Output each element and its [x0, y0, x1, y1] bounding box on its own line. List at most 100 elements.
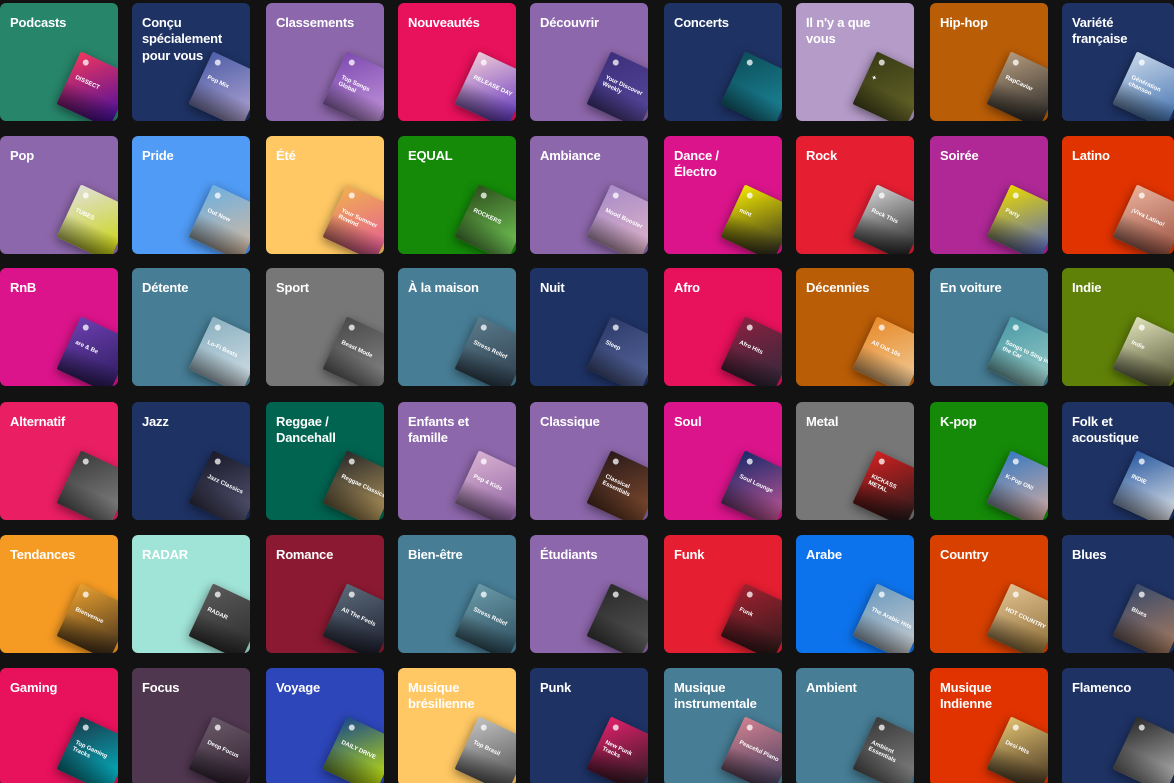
category-card-soiree[interactable]: Soirée Party	[930, 136, 1048, 254]
category-card-concu-specialement-pour-vous[interactable]: Conçu spécialement pour vous Pop Mix	[132, 3, 250, 121]
category-card-arabe[interactable]: Arabe The Arabic Hits	[796, 535, 914, 653]
category-card-nuit[interactable]: Nuit Sleep	[530, 268, 648, 386]
category-cover-art: All Out 10s	[852, 316, 914, 386]
category-card-title: Rock	[806, 148, 837, 163]
category-card-podcasts[interactable]: Podcasts DISSECT	[0, 3, 118, 121]
cover-art-caption: Your Discover Weekly	[601, 75, 644, 98]
category-card-musique-instrumentale[interactable]: Musique instrumentale Peaceful Piano	[664, 668, 782, 783]
category-cover-art: Your Summer Rewind	[322, 184, 384, 254]
cover-art-caption: Top Songs Global	[337, 75, 371, 95]
category-card-title: Tendances	[10, 547, 76, 562]
category-card-title: Soirée	[940, 148, 979, 163]
category-card-title: Concerts	[674, 15, 729, 30]
category-card-latino[interactable]: Latino ¡Viva Latino!	[1062, 136, 1174, 254]
category-card-voyage[interactable]: Voyage DAILY DRIVE	[266, 668, 384, 783]
cover-art-caption: Ambient Essentials	[867, 740, 897, 764]
category-cover-art: RADAR	[188, 583, 250, 653]
category-card-ambiance[interactable]: Ambiance Mood Booster	[530, 136, 648, 254]
category-card-title: Country	[940, 547, 989, 562]
category-card-pop[interactable]: Pop TUBES	[0, 136, 118, 254]
category-cover-art: Soul Lounge	[720, 450, 782, 520]
category-card-punk[interactable]: Punk New Punk Tracks	[530, 668, 648, 783]
category-card-ete[interactable]: Été Your Summer Rewind	[266, 136, 384, 254]
cover-art-caption	[1133, 740, 1174, 760]
category-cover-art: Beast Mode	[322, 316, 384, 386]
category-card-folk-et-acoustique[interactable]: Folk et acoustique INDIE	[1062, 402, 1174, 520]
category-card-alternatif[interactable]: Alternatif	[0, 402, 118, 520]
category-card-metal[interactable]: Metal KICKASS METAL	[796, 402, 914, 520]
category-cover-art: Mood Booster	[586, 184, 648, 254]
cover-art-caption: K-Pop ON!	[1004, 474, 1035, 493]
category-card-classique[interactable]: Classique Classical Essentials	[530, 402, 648, 520]
category-cover-art: ROCKERS	[454, 184, 516, 254]
category-card-concerts[interactable]: Concerts	[664, 3, 782, 121]
category-card-musique-indienne[interactable]: Musique Indienne Desi Hits	[930, 668, 1048, 783]
category-card-pride[interactable]: Pride Out Now	[132, 136, 250, 254]
category-card-title: Folk et acoustique	[1072, 414, 1139, 446]
category-card-title: Conçu spécialement pour vous	[142, 15, 222, 63]
category-card-title: Romance	[276, 547, 334, 562]
category-card-blues[interactable]: Blues Blues	[1062, 535, 1174, 653]
category-card-rnb[interactable]: RnB are & Be	[0, 268, 118, 386]
category-card-dance-electro[interactable]: Dance / Électro mint	[664, 136, 782, 254]
cover-art-caption: RADAR	[206, 607, 229, 622]
category-card-country[interactable]: Country HOT COUNTRY	[930, 535, 1048, 653]
category-card-title: Classique	[540, 414, 600, 429]
category-card-il-n-y-a-que-vous[interactable]: Il n'y a que vous ✦	[796, 3, 914, 121]
category-card-en-voiture[interactable]: En voiture Songs to Sing in the Car	[930, 268, 1048, 386]
category-card-rock[interactable]: Rock Rock This	[796, 136, 914, 254]
category-card-indie[interactable]: Indie Indie	[1062, 268, 1174, 386]
category-cover-art: TUBES	[56, 184, 118, 254]
cover-art-caption: All The Feels	[340, 607, 377, 629]
category-card-tendances[interactable]: Tendances Bienvenue	[0, 535, 118, 653]
category-card-k-pop[interactable]: K-pop K-Pop ON!	[930, 402, 1048, 520]
category-card-hip-hop[interactable]: Hip-hop RapCaviar	[930, 3, 1048, 121]
category-cover-art: Stress Relief	[454, 316, 516, 386]
cover-art-caption: Sleep	[604, 340, 622, 353]
category-card-title: Metal	[806, 414, 839, 429]
category-cover-art: The Arabic Hits	[852, 583, 914, 653]
category-card-soul[interactable]: Soul Soul Lounge	[664, 402, 782, 520]
category-card-reggae-dancehall[interactable]: Reggae / Dancehall Reggae Classics	[266, 402, 384, 520]
category-cover-art: Reggae Classics	[322, 450, 384, 520]
category-card-romance[interactable]: Romance All The Feels	[266, 535, 384, 653]
category-card-ambient[interactable]: Ambient Ambient Essentials	[796, 668, 914, 783]
category-card-musique-bresilienne[interactable]: Musique brésilienne Top Brasil	[398, 668, 516, 783]
category-card-title: Jazz	[142, 414, 169, 429]
category-card-classements[interactable]: Classements Top Songs Global	[266, 3, 384, 121]
category-cover-art: Out Now	[188, 184, 250, 254]
category-card-afro[interactable]: Afro Afro Hits	[664, 268, 782, 386]
category-card-title: Voyage	[276, 680, 321, 695]
category-card-title: Variété française	[1072, 15, 1128, 47]
category-card-title: Décennies	[806, 280, 870, 295]
category-card-gaming[interactable]: Gaming Top Gaming Tracks	[0, 668, 118, 783]
category-card-nouveautes[interactable]: Nouveautés RELEASE DAY	[398, 3, 516, 121]
category-card-focus[interactable]: Focus Deep Focus	[132, 668, 250, 783]
category-card-detente[interactable]: Détente Lo-Fi Beats	[132, 268, 250, 386]
cover-art-caption: DAILY DRIVE	[340, 740, 377, 762]
category-cover-art: RapCaviar	[986, 51, 1048, 121]
category-card-a-la-maison[interactable]: À la maison Stress Relief	[398, 268, 516, 386]
category-card-title: Ambient	[806, 680, 857, 695]
category-card-jazz[interactable]: Jazz Jazz Classics	[132, 402, 250, 520]
category-cover-art	[586, 583, 648, 653]
category-card-decouvrir[interactable]: Découvrir Your Discover Weekly	[530, 3, 648, 121]
cover-art-caption: All Out 10s	[870, 340, 902, 359]
category-card-flamenco[interactable]: Flamenco	[1062, 668, 1174, 783]
category-card-sport[interactable]: Sport Beast Mode	[266, 268, 384, 386]
cover-art-caption: Rock This	[870, 208, 899, 226]
category-card-equal[interactable]: EQUAL ROCKERS	[398, 136, 516, 254]
cover-art-caption: Jazz Classics	[206, 474, 244, 496]
category-card-radar[interactable]: RADAR RADAR	[132, 535, 250, 653]
category-card-decennies[interactable]: Décennies All Out 10s	[796, 268, 914, 386]
category-card-title: Funk	[674, 547, 705, 562]
category-card-title: Gaming	[10, 680, 58, 695]
category-card-title: Détente	[142, 280, 189, 295]
category-card-etudiants[interactable]: Étudiants	[530, 535, 648, 653]
category-card-variete-francaise[interactable]: Variété française Génération chanson	[1062, 3, 1174, 121]
category-cover-art: Funk	[720, 583, 782, 653]
category-card-bien-etre[interactable]: Bien-être Stress Relief	[398, 535, 516, 653]
category-card-enfants-et-famille[interactable]: Enfants et famille Pop 4 Kids	[398, 402, 516, 520]
category-card-funk[interactable]: Funk Funk	[664, 535, 782, 653]
category-cover-art: DISSECT	[56, 51, 118, 121]
